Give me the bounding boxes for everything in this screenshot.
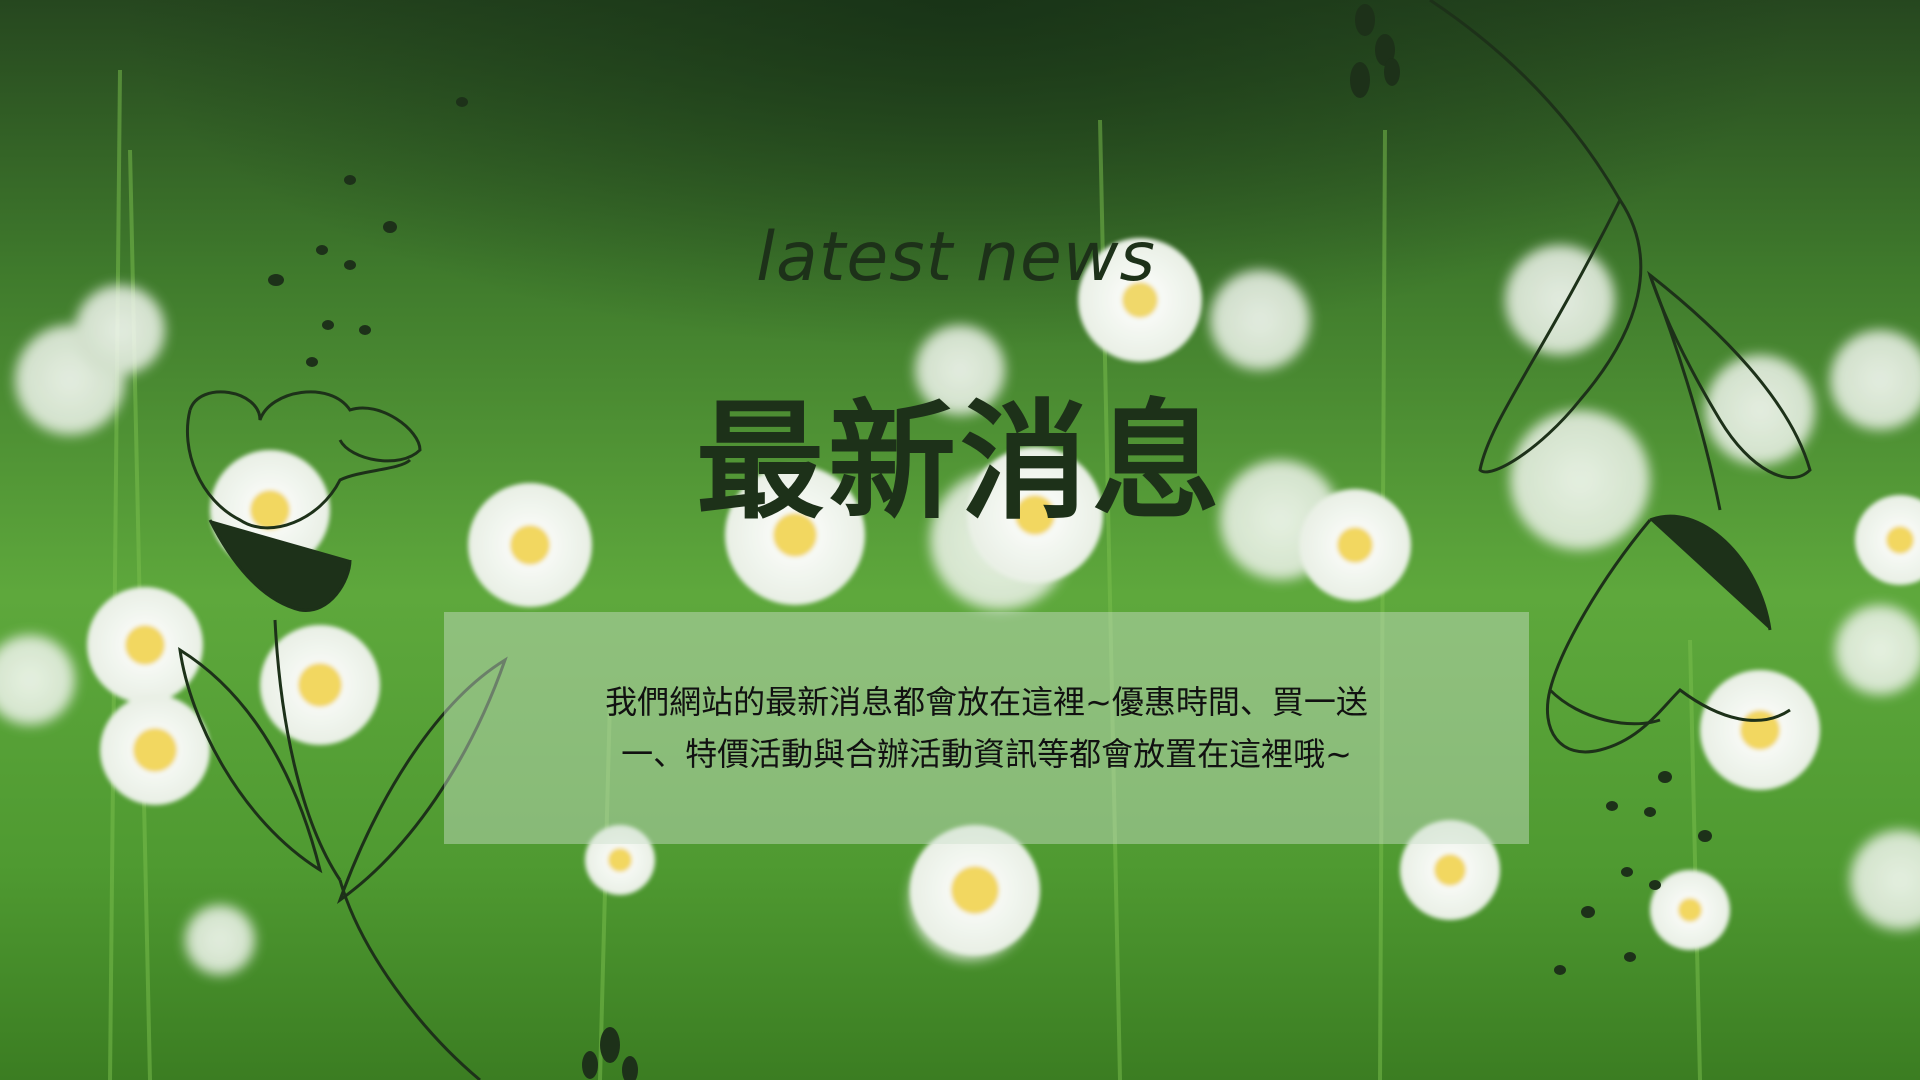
page-title: 最新消息 [695, 388, 1224, 537]
description-line-2: 一、特價活動與合辦活動資訊等都會放置在這裡哦~ [621, 735, 1352, 773]
news-description: 我們網站的最新消息都會放在這裡~優惠時間、買一送 一、特價活動與合辦活動資訊等都… [484, 676, 1489, 780]
description-line-1: 我們網站的最新消息都會放在這裡~優惠時間、買一送 [605, 683, 1368, 721]
page-subtitle: latest news [756, 218, 1156, 297]
news-description-box: 我們網站的最新消息都會放在這裡~優惠時間、買一送 一、特價活動與合辦活動資訊等都… [444, 612, 1529, 844]
